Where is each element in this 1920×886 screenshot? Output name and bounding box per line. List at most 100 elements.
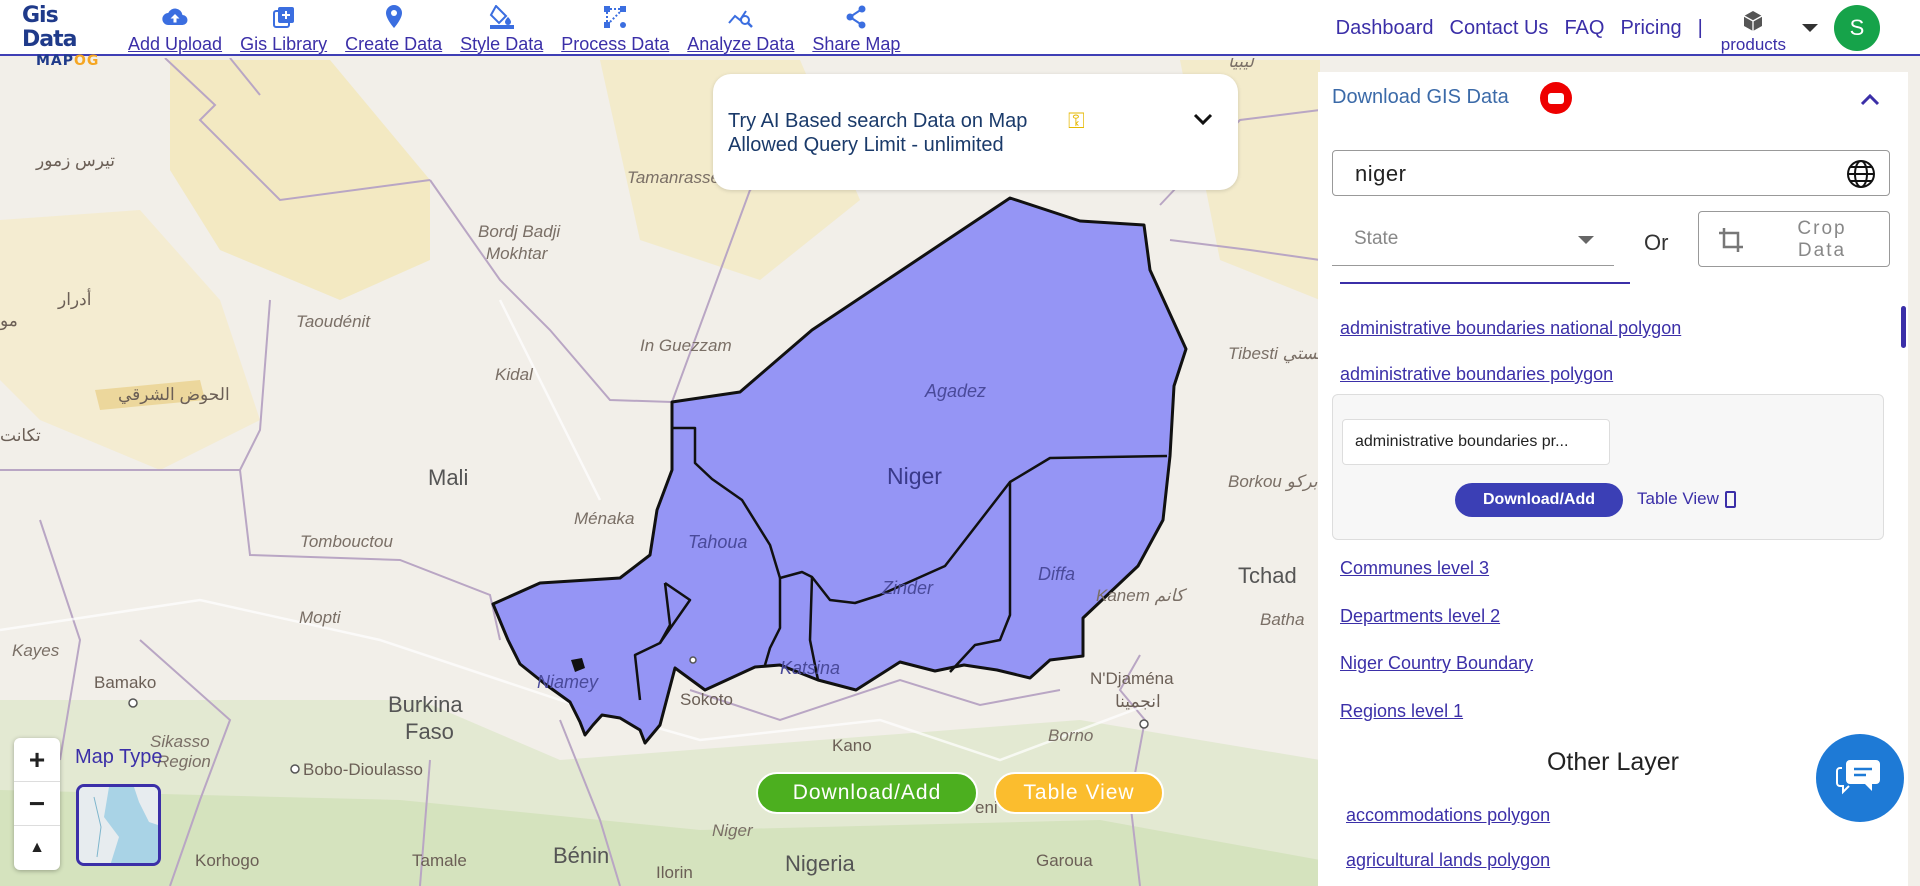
nav-label: Share Map — [812, 34, 901, 54]
ai-query-limit: Allowed Query Limit - unlimited — [728, 134, 1004, 156]
gisdata-mapog-logo[interactable]: Gis Data MAPOG — [22, 3, 112, 70]
map-label: Taoudénit — [296, 312, 371, 331]
search-value: niger — [1355, 161, 1407, 186]
map-label-region: Diffa — [1038, 564, 1076, 584]
library-add-icon — [271, 4, 297, 30]
map-label: Ménaka — [574, 509, 635, 528]
country-search-input[interactable]: niger — [1332, 150, 1890, 196]
paint-bucket-icon — [489, 4, 515, 30]
map-label-region: Katsina — [780, 658, 841, 678]
layer-link[interactable]: Communes level 3 — [1340, 558, 1489, 579]
map-label: ليبيا — [1228, 58, 1254, 71]
map-label: Niger — [712, 821, 753, 840]
cube-icon — [1742, 10, 1764, 37]
map-label-region: Agadez — [925, 381, 987, 401]
map-label: Kayes — [12, 641, 60, 660]
location-pin-icon — [381, 4, 407, 30]
map-label: Mopti — [299, 608, 341, 627]
globe-icon[interactable] — [1845, 158, 1877, 190]
key-icon: ⚿ — [1068, 108, 1085, 133]
products-dropdown-caret-icon[interactable] — [1802, 24, 1818, 32]
map-label: Kidal — [495, 365, 533, 384]
nav-label: Analyze Data — [687, 34, 795, 54]
phone-icon — [1724, 490, 1736, 508]
panel-title: Download GIS Data — [1332, 86, 1509, 108]
map-label-region: Zinder — [882, 578, 934, 598]
map-label: Ilorin — [656, 863, 693, 882]
map-download-add-button[interactable]: Download/Add — [756, 772, 978, 814]
map-label: N'Djaména — [1090, 669, 1174, 688]
process-nodes-icon — [602, 4, 628, 30]
right-navigation: Dashboard Contact Us FAQ Pricing | produ… — [1336, 0, 1920, 56]
dashboard-link[interactable]: Dashboard — [1336, 17, 1434, 40]
card-download-add-button[interactable]: Download/Add — [1455, 483, 1623, 517]
map-label: Tibesti تيبستي — [1228, 344, 1333, 363]
chevron-down-icon[interactable] — [1188, 104, 1218, 134]
youtube-icon[interactable] — [1540, 82, 1572, 114]
products-menu[interactable]: products — [1721, 10, 1786, 55]
user-avatar[interactable]: S — [1834, 5, 1880, 51]
nav-share-map[interactable]: Share Map — [812, 0, 900, 56]
ai-search-title: Try AI Based search Data on Map — [728, 110, 1028, 132]
logo-text-line1: Gis Data — [22, 3, 77, 52]
ai-search-box[interactable]: Try AI Based search Data on Map ⚿ Allowe… — [713, 74, 1238, 190]
panel-scrollbar[interactable] — [1901, 306, 1906, 348]
nav-style-data[interactable]: Style Data — [460, 0, 543, 56]
map-label: تيرس زمور — [36, 151, 116, 170]
map-label: الحوض الشرقي — [118, 385, 230, 404]
map-label-country: Niger — [887, 463, 942, 489]
map-type-label: Map Type — [75, 746, 163, 768]
map-label: Batha — [1260, 610, 1305, 629]
cut-off-link-underline — [1340, 282, 1630, 284]
nav-separator: | — [1697, 16, 1703, 39]
pricing-link[interactable]: Pricing — [1620, 17, 1681, 40]
state-select[interactable]: State — [1332, 210, 1614, 266]
map-label: أدرار — [58, 290, 92, 309]
layer-link[interactable]: Departments level 2 — [1340, 606, 1500, 627]
nav-process-data[interactable]: Process Data — [561, 0, 669, 56]
zoom-controls: + − ▲ — [14, 738, 60, 870]
map-label: Bobo-Dioulasso — [303, 760, 424, 779]
map-label: Bordj Badji — [478, 222, 561, 241]
layer-link[interactable]: administrative boundaries national polyg… — [1340, 318, 1681, 339]
map-label: Tamanrasset — [627, 168, 725, 187]
map-label-region: Niamey — [537, 672, 599, 692]
crop-data-button[interactable]: Crop Data — [1698, 211, 1890, 267]
map-label: Sokoto — [680, 690, 733, 709]
nav-label: Style Data — [460, 34, 544, 54]
cloud-upload-icon — [162, 4, 188, 30]
other-layer-link[interactable]: agricultural lands polygon — [1346, 850, 1550, 871]
products-label: products — [1720, 34, 1786, 54]
map-label-country: Tchad — [1238, 563, 1297, 588]
nav-add-upload[interactable]: Add Upload — [128, 0, 222, 56]
state-placeholder: State — [1354, 228, 1399, 249]
layer-link[interactable]: administrative boundaries polygon — [1340, 364, 1613, 385]
layer-link[interactable]: Niger Country Boundary — [1340, 653, 1533, 674]
zoom-out-button[interactable]: − — [14, 782, 60, 826]
nav-label: Create Data — [345, 34, 443, 54]
top-navigation-bar: Gis Data MAPOG Add Upload Gis Library Cr… — [0, 0, 1920, 70]
map-label: Mokhtar — [486, 244, 548, 263]
other-layer-link[interactable]: accommodations polygon — [1346, 805, 1550, 826]
nav-analyze-data[interactable]: Analyze Data — [687, 0, 794, 56]
card-table-view-link[interactable]: Table View — [1637, 489, 1736, 509]
chevron-up-icon[interactable] — [1858, 88, 1882, 112]
nav-gis-library[interactable]: Gis Library — [240, 0, 327, 56]
faq-link[interactable]: FAQ — [1564, 17, 1604, 40]
chat-bubble-icon — [1836, 756, 1884, 801]
map-label: Kanem كانم — [1096, 586, 1184, 605]
map-label: تكانت — [0, 426, 41, 445]
logo-text-line2: MAPOG — [36, 53, 100, 69]
map-type-thumbnail[interactable] — [76, 784, 161, 866]
map-label-region: Tahoua — [688, 532, 748, 552]
reset-north-button[interactable]: ▲ — [14, 826, 60, 870]
contact-us-link[interactable]: Contact Us — [1450, 17, 1549, 40]
nav-create-data[interactable]: Create Data — [345, 0, 442, 56]
map-label: In Guezzam — [640, 336, 732, 355]
layer-link[interactable]: Regions level 1 — [1340, 701, 1463, 722]
dropdown-arrow-icon — [1578, 236, 1594, 244]
chat-support-button[interactable] — [1816, 734, 1904, 822]
zoom-in-button[interactable]: + — [14, 738, 60, 782]
map-table-view-button[interactable]: Table View — [994, 772, 1164, 814]
selected-layer-chip[interactable]: administrative boundaries pr... — [1342, 419, 1610, 465]
